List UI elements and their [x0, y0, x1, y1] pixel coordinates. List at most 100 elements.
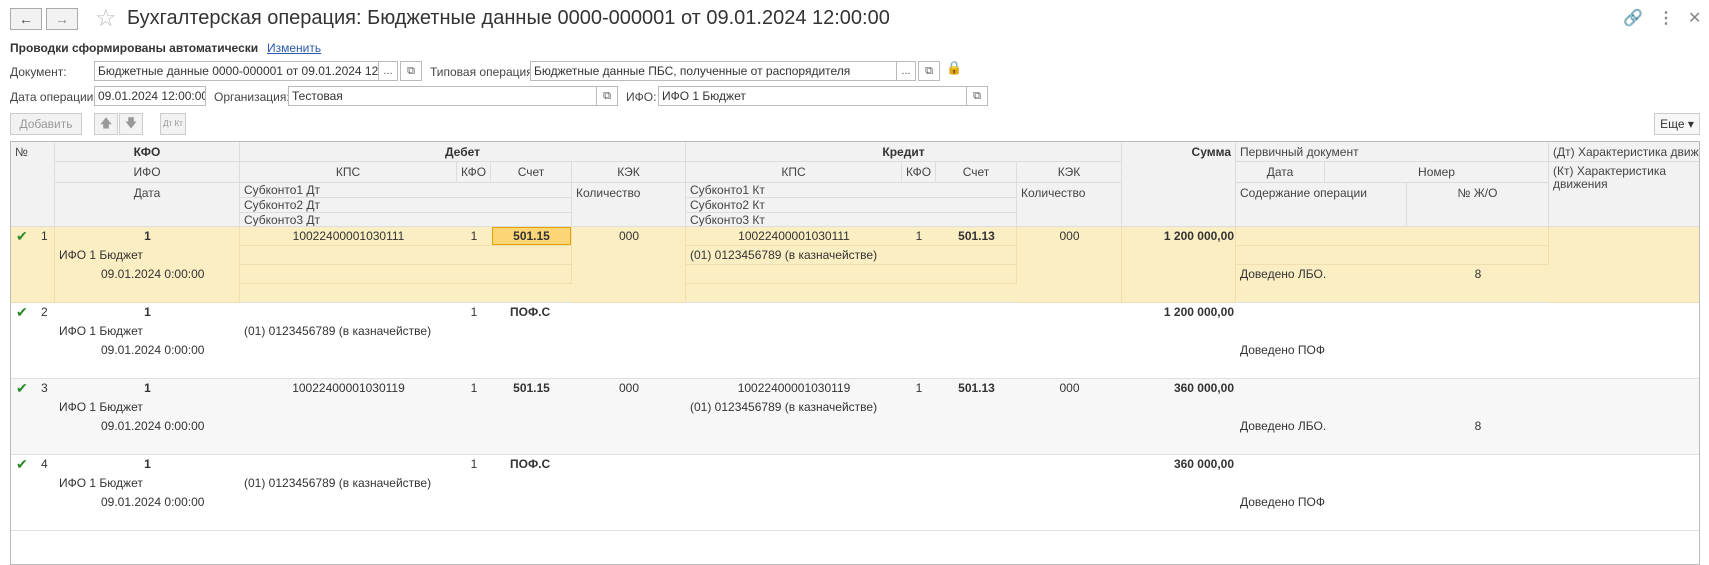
col-kt-kol[interactable]: Количество	[1017, 183, 1122, 227]
typeop-label: Типовая операция:	[430, 65, 537, 79]
col-num[interactable]: №	[11, 142, 55, 227]
col-date[interactable]: Дата	[1236, 162, 1325, 183]
col-dt-kol[interactable]: Количество	[572, 183, 686, 227]
col-sub1kt[interactable]: Субконто1 Кт	[686, 183, 1017, 198]
open-org-icon[interactable]: ⧉	[596, 86, 618, 106]
table-row[interactable]: ✔ 3 1 ИФО 1 Бюджет 09.01.2024 0:00:00 10…	[11, 379, 1699, 455]
row-kt-sub1: (01) 0123456789 (в казначействе)	[690, 248, 878, 262]
more-vertical-icon[interactable]: ⋮	[1658, 8, 1674, 28]
col-kfo[interactable]: КФО	[55, 142, 240, 162]
col-dt-schet[interactable]: Счет	[491, 162, 572, 183]
row-kfo: 1	[144, 457, 151, 471]
row-dt-schet[interactable]: 501.15	[492, 227, 571, 245]
row-kt-sub1: (01) 0123456789 (в казначействе)	[690, 400, 878, 414]
col-kt-schet[interactable]: Счет	[936, 162, 1017, 183]
row-kfo: 1	[144, 305, 151, 319]
row-date: 09.01.2024 0:00:00	[101, 267, 205, 281]
row-dt-schet: 501.15	[513, 381, 550, 395]
auto-label: Проводки сформированы автоматически	[10, 41, 259, 55]
row-content: Доведено ЛБО.	[1240, 267, 1327, 281]
table-row[interactable]: ✔ 4 1 ИФО 1 Бюджет 09.01.2024 0:00:00 1 …	[11, 455, 1699, 531]
row-dt-kfo: 1	[470, 305, 478, 319]
table-row[interactable]: ✔ 2 1 ИФО 1 Бюджет 09.01.2024 0:00:00 1 …	[11, 303, 1699, 379]
forward-button[interactable]: →	[46, 8, 78, 30]
col-sub3dt[interactable]: Субконто3 Дт	[240, 213, 572, 227]
col-kt-kek[interactable]: КЭК	[1017, 162, 1122, 183]
col-kt-kfo[interactable]: КФО	[902, 162, 936, 183]
row-dt-schet: ПОФ.С	[510, 457, 551, 471]
col-dt-kfo[interactable]: КФО	[457, 162, 491, 183]
row-jo: 8	[1474, 419, 1482, 433]
row-kt-schet: 501.13	[958, 381, 995, 395]
row-content: Доведено ПОФ	[1240, 343, 1325, 357]
row-num: 4	[41, 457, 48, 471]
table-row[interactable]: ✔ 1 1 ИФО 1 Бюджет 09.01.2024 0:00:00 10…	[11, 227, 1699, 303]
row-dt-schet: ПОФ.С	[510, 305, 551, 319]
open-document-icon[interactable]: ⧉	[400, 61, 422, 81]
org-field[interactable]: Тестовая	[288, 86, 598, 106]
change-link[interactable]: Изменить	[267, 41, 321, 55]
move-up-icon[interactable]: 🡅	[94, 113, 118, 135]
col-debet: Дебет	[240, 142, 686, 162]
typeop-field[interactable]: Бюджетные данные ПБС, полученные от расп…	[530, 61, 898, 81]
col-ifo[interactable]: ИФО	[55, 162, 240, 183]
col-dt-kek[interactable]: КЭК	[572, 162, 686, 183]
entries-grid: № КФО Дебет Кредит Сумма Первичный докум…	[10, 141, 1700, 565]
row-kt-kek: 000	[1059, 381, 1080, 395]
col-data[interactable]: Дата	[55, 183, 240, 227]
col-dt-kps[interactable]: КПС	[240, 162, 457, 183]
back-button[interactable]: ←	[10, 8, 42, 30]
row-ifo: ИФО 1 Бюджет	[59, 248, 143, 262]
row-kt-kps: 10022400001030111	[738, 229, 850, 243]
lock-icon[interactable]: 🔒	[946, 60, 962, 76]
col-dt-char[interactable]: (Дт) Характеристика движения	[1549, 142, 1699, 162]
row-jo: 8	[1474, 267, 1482, 281]
move-down-icon[interactable]: 🡇	[119, 113, 143, 135]
close-icon[interactable]: ✕	[1688, 8, 1701, 28]
row-dt-sub1: (01) 0123456789 (в казначействе)	[244, 476, 432, 490]
col-sub2kt[interactable]: Субконто2 Кт	[686, 198, 1017, 213]
row-dt-kek: 000	[618, 229, 640, 243]
open-ifo-icon[interactable]: ⧉	[966, 86, 988, 106]
ifo-field[interactable]: ИФО 1 Бюджет	[658, 86, 968, 106]
row-kfo: 1	[144, 229, 151, 243]
dots-button[interactable]: ...	[378, 61, 398, 81]
col-nomer[interactable]: Номер	[1325, 162, 1549, 183]
col-sub3kt[interactable]: Субконто3 Кт	[686, 213, 1017, 227]
add-button[interactable]: Добавить	[10, 113, 82, 135]
col-sub1dt[interactable]: Субконто1 Дт	[240, 183, 572, 198]
row-content: Доведено ПОФ	[1240, 495, 1325, 509]
row-content: Доведено ЛБО.	[1240, 419, 1327, 433]
date-field[interactable]: 09.01.2024 12:00:00	[94, 86, 206, 106]
row-date: 09.01.2024 0:00:00	[101, 495, 205, 509]
row-dt-kfo: 1	[470, 229, 478, 243]
col-sub2dt[interactable]: Субконто2 Дт	[240, 198, 572, 213]
dots-button-2[interactable]: ...	[896, 61, 916, 81]
row-kt-kfo: 1	[915, 229, 923, 243]
document-field[interactable]: Бюджетные данные 0000-000001 от 09.01.20…	[94, 61, 380, 81]
col-primary: Первичный документ	[1236, 142, 1549, 162]
col-jo[interactable]: № Ж/О	[1407, 183, 1549, 227]
row-dt-kek: 000	[618, 381, 640, 395]
more-button[interactable]: Еще ▾	[1654, 113, 1700, 135]
row-ifo: ИФО 1 Бюджет	[59, 324, 143, 338]
col-kt-char[interactable]: (Кт) Характеристика движения	[1549, 162, 1699, 227]
link-icon[interactable]: 🔗	[1623, 8, 1643, 28]
row-summa: 360 000,00	[1173, 457, 1234, 471]
row-kt-schet: 501.13	[958, 229, 995, 243]
col-summa[interactable]: Сумма	[1122, 142, 1236, 227]
page-title: Бухгалтерская операция: Бюджетные данные…	[127, 7, 890, 29]
posted-check-icon: ✔	[16, 456, 28, 472]
posted-check-icon: ✔	[16, 228, 28, 244]
row-summa: 360 000,00	[1173, 381, 1234, 395]
posted-check-icon: ✔	[16, 380, 28, 396]
posted-check-icon: ✔	[16, 304, 28, 320]
row-date: 09.01.2024 0:00:00	[101, 343, 205, 357]
ifo-label: ИФО:	[626, 90, 657, 104]
col-kt-kps[interactable]: КПС	[686, 162, 902, 183]
dt-kt-swap-icon[interactable]: Дт Кт	[160, 113, 186, 135]
favorite-star-icon[interactable]: ☆	[95, 4, 117, 33]
open-typeop-icon[interactable]: ⧉	[918, 61, 940, 81]
col-content[interactable]: Содержание операции	[1236, 183, 1407, 227]
row-num: 2	[41, 305, 48, 319]
